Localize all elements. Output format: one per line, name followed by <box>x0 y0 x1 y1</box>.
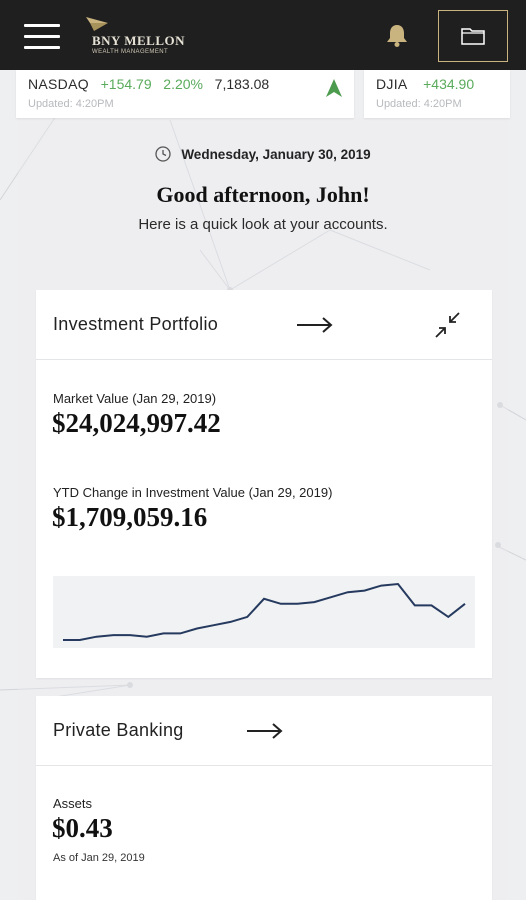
portfolio-sparkline <box>53 576 475 648</box>
clock-icon <box>155 146 171 162</box>
trend-up-icon <box>326 79 342 97</box>
arrow-right-icon[interactable] <box>246 722 284 740</box>
folder-icon <box>461 28 485 45</box>
brand-mark-icon <box>86 17 108 31</box>
menu-icon[interactable] <box>24 24 60 50</box>
card-title: Private Banking <box>53 720 184 740</box>
ticker-name: DJIA <box>376 76 408 92</box>
date-row: Wednesday, January 30, 2019 <box>0 146 526 162</box>
sparkline-background <box>53 576 475 648</box>
bell-icon[interactable] <box>384 22 410 48</box>
private-banking-card: Private Banking Assets $0.43 As of Jan 2… <box>36 696 492 900</box>
assets-value: $0.43 <box>52 813 113 843</box>
app-header: BNY MELLON WEALTH MANAGEMENT <box>0 0 526 70</box>
brand-name: BNY MELLON <box>92 33 185 48</box>
ticker-row: NASDAQ +154.79 2.20% 7,183.08 <box>28 76 269 92</box>
ytd-change-value: $1,709,059.16 <box>52 502 208 532</box>
brand-subtitle: WEALTH MANAGEMENT <box>92 49 169 55</box>
card-title: Investment Portfolio <box>53 314 219 334</box>
ticker-change: +434.90 <box>423 76 475 92</box>
ticker-updated: Updated: 4:20PM <box>28 98 114 110</box>
market-value: $24,024,997.42 <box>52 408 221 438</box>
documents-button[interactable] <box>438 10 508 62</box>
ticker-change: +154.79 <box>100 76 152 92</box>
market-value-label: Market Value (Jan 29, 2019) <box>53 391 217 406</box>
current-date: Wednesday, January 30, 2019 <box>181 147 371 162</box>
brand-logo: BNY MELLON WEALTH MANAGEMENT <box>84 13 204 57</box>
ticker-name: NASDAQ <box>28 76 89 92</box>
arrow-right-icon[interactable] <box>296 316 334 334</box>
ticker-card-djia[interactable]: DJIA +434.90 Updated: 4:20PM <box>364 70 510 118</box>
greeting-title: Good afternoon, John! <box>156 182 370 207</box>
card-header[interactable]: Investment Portfolio <box>36 290 492 360</box>
investment-portfolio-card: Investment Portfolio Market Value (Jan 2… <box>36 290 492 678</box>
ticker-row: DJIA +434.90 <box>376 76 474 92</box>
greeting-subtitle: Here is a quick look at your accounts. <box>138 216 388 233</box>
assets-label: Assets <box>53 796 93 811</box>
ticker-percent: 2.20% <box>163 76 203 92</box>
ticker-updated: Updated: 4:20PM <box>376 98 462 110</box>
ytd-change-label: YTD Change in Investment Value (Jan 29, … <box>53 485 333 500</box>
ticker-value: 7,183.08 <box>214 76 270 92</box>
assets-as-of: As of Jan 29, 2019 <box>53 852 145 864</box>
ticker-card-nasdaq[interactable]: NASDAQ +154.79 2.20% 7,183.08 Updated: 4… <box>16 70 354 118</box>
card-header[interactable]: Private Banking <box>36 696 492 766</box>
collapse-icon[interactable] <box>432 310 464 340</box>
